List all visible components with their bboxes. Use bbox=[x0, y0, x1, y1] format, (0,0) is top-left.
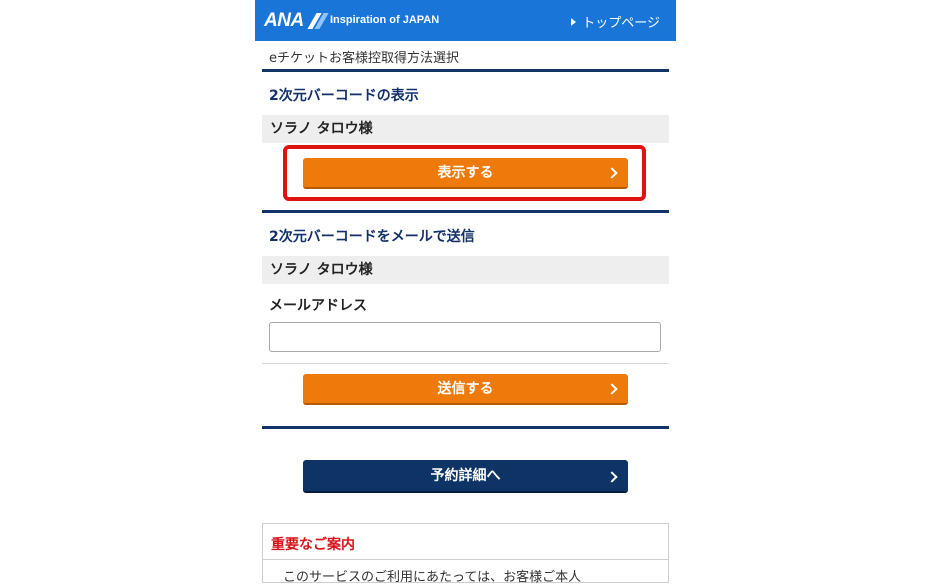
display-button-label: 表示する bbox=[437, 165, 494, 181]
notice-title: 重要なご案内 bbox=[271, 537, 355, 553]
passenger-name: ソラノ タロウ様 bbox=[262, 256, 669, 284]
send-button-label: 送信する bbox=[437, 381, 494, 397]
reservation-details-button[interactable]: 予約詳細へ bbox=[303, 460, 628, 493]
top-page-link[interactable]: トップページ bbox=[571, 12, 660, 31]
email-label: メールアドレス bbox=[269, 298, 367, 314]
display-section-title: 2次元バーコードの表示 bbox=[269, 88, 419, 104]
section-divider bbox=[262, 69, 669, 72]
page-title: eチケットお客様控取得方法選択 bbox=[269, 51, 459, 66]
email-section-title: 2次元バーコードをメールで送信 bbox=[269, 229, 475, 245]
display-button[interactable]: 表示する bbox=[303, 158, 628, 189]
triangle-right-icon bbox=[571, 17, 577, 26]
notice-text: このサービスのご利用にあたっては、お客様ご本人 bbox=[283, 570, 582, 585]
tagline: Inspiration of JAPAN bbox=[330, 14, 440, 26]
chevron-right-icon bbox=[606, 167, 618, 179]
logo-text: ANA bbox=[264, 10, 304, 31]
send-button[interactable]: 送信する bbox=[303, 374, 628, 405]
top-page-link-label: トップページ bbox=[582, 16, 660, 31]
chevron-right-icon bbox=[606, 383, 618, 395]
section-divider bbox=[262, 210, 669, 213]
chevron-right-icon bbox=[606, 471, 618, 483]
notice-divider bbox=[263, 559, 668, 560]
logo-stripes-icon bbox=[306, 13, 330, 29]
field-divider bbox=[262, 363, 669, 364]
passenger-name: ソラノ タロウ様 bbox=[262, 115, 669, 143]
reservation-details-button-label: 予約詳細へ bbox=[430, 468, 501, 484]
ana-logo[interactable]: ANA bbox=[264, 10, 330, 32]
email-field[interactable] bbox=[269, 322, 661, 352]
section-divider bbox=[262, 426, 669, 429]
app-header: ANA Inspiration of JAPAN トップページ bbox=[255, 0, 676, 41]
important-notice: 重要なご案内 このサービスのご利用にあたっては、お客様ご本人 bbox=[262, 523, 669, 585]
